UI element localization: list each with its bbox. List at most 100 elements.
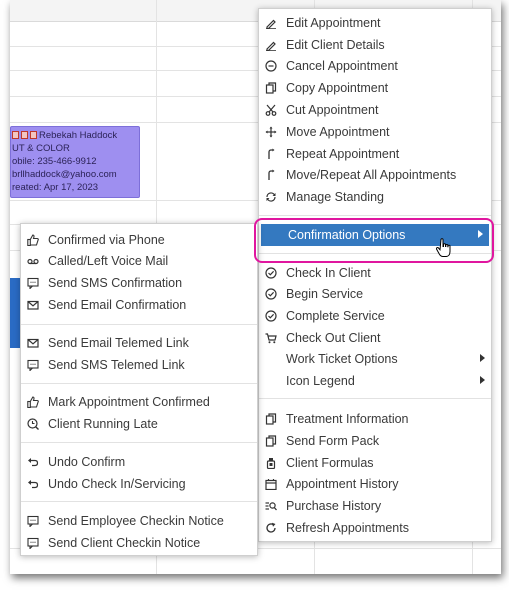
menu-item-label: Edit Client Details (286, 38, 385, 52)
appointment-title-row: Rebekah Haddock (12, 129, 139, 142)
menu-item-label: Cut Appointment (286, 103, 379, 117)
menu-item-send-sms-telemed-link[interactable]: Send SMS Telemed Link (21, 354, 257, 376)
menu-item-send-sms-confirmation[interactable]: Send SMS Confirmation (21, 272, 257, 294)
menu-item-label: Cancel Appointment (286, 59, 398, 73)
menu-separator (259, 398, 491, 399)
appointment-phone: obile: 235-466-9912 (12, 156, 97, 167)
menu-item-begin-service[interactable]: Begin Service (259, 283, 491, 305)
thumbs-up-icon (27, 234, 39, 246)
menu-item-label: Manage Standing (286, 190, 384, 204)
menu-item-label: Icon Legend (286, 374, 355, 388)
menu-item-treatment-information[interactable]: Treatment Information (259, 408, 491, 430)
menu-item-label: Appointment History (286, 477, 399, 491)
copy-icon (265, 435, 277, 447)
chat-icon (27, 277, 39, 289)
menu-item-check-out-client[interactable]: Check Out Client (259, 327, 491, 349)
list-search-icon (265, 500, 277, 512)
menu-item-client-running-late[interactable]: Client Running Late (21, 413, 257, 435)
menu-item-label: Refresh Appointments (286, 521, 409, 535)
menu-item-mark-appointment-confirmed[interactable]: Mark Appointment Confirmed (21, 391, 257, 413)
check-circle-icon (265, 310, 277, 322)
copy-icon (265, 413, 277, 425)
menu-item-label: Mark Appointment Confirmed (48, 395, 210, 409)
thumbs-up-icon (27, 396, 39, 408)
menu-item-complete-service[interactable]: Complete Service (259, 305, 491, 327)
copy-icon (265, 82, 277, 94)
scissors-icon (265, 104, 277, 116)
menu-item-purchase-history[interactable]: Purchase History (259, 495, 491, 517)
menu-item-send-client-checkin-notice[interactable]: Send Client Checkin Notice (21, 532, 257, 554)
chat-icon (27, 359, 39, 371)
calendar-icon (265, 478, 277, 490)
menu-item-cancel-appointment[interactable]: Cancel Appointment (259, 55, 491, 77)
repeat-icon (265, 148, 277, 160)
undo-icon (27, 478, 39, 490)
menu-item-label: Send SMS Confirmation (48, 276, 183, 290)
menu-item-move-repeat-all-appointments[interactable]: Move/Repeat All Appointments (259, 164, 491, 186)
menu-item-undo-check-in-servicing[interactable]: Undo Check In/Servicing (21, 473, 257, 495)
menu-item-work-ticket-options[interactable]: Work Ticket Options (259, 348, 491, 370)
chat-icon (27, 515, 39, 527)
hand-cursor-icon (436, 238, 451, 257)
minus-circle-icon (265, 60, 277, 72)
appointment-flag-icon (30, 131, 37, 139)
menu-item-label: Send Employee Checkin Notice (48, 514, 224, 528)
menu-item-label: Complete Service (286, 309, 385, 323)
appointment-client-name: Rebekah Haddock (39, 130, 118, 141)
menu-item-label: Edit Appointment (286, 16, 381, 30)
menu-item-icon-legend[interactable]: Icon Legend (259, 370, 491, 392)
menu-item-edit-client-details[interactable]: Edit Client Details (259, 34, 491, 56)
menu-item-label: Work Ticket Options (286, 352, 398, 366)
repeat-icon (265, 169, 277, 181)
menu-item-manage-standing[interactable]: Manage Standing (259, 186, 491, 208)
menu-item-label: Called/Left Voice Mail (48, 254, 169, 268)
appointment-context-menu: Edit Appointment Edit Client Details Cance… (258, 8, 492, 542)
menu-item-repeat-appointment[interactable]: Repeat Appointment (259, 143, 491, 165)
menu-item-label: Repeat Appointment (286, 147, 400, 161)
menu-item-copy-appointment[interactable]: Copy Appointment (259, 77, 491, 99)
cart-icon (265, 332, 277, 344)
menu-item-move-appointment[interactable]: Move Appointment (259, 121, 491, 143)
menu-item-edit-appointment[interactable]: Edit Appointment (259, 12, 491, 34)
menu-item-client-formulas[interactable]: Client Formulas (259, 452, 491, 474)
menu-item-label: Client Running Late (48, 417, 158, 431)
menu-separator (21, 324, 257, 325)
appointment-flag-icon (21, 131, 28, 139)
appointment-flag-icon (12, 131, 19, 139)
appointment-created: reated: Apr 17, 2023 (12, 182, 99, 193)
menu-item-send-form-pack[interactable]: Send Form Pack (259, 430, 491, 452)
pencil-icon (265, 17, 277, 29)
menu-separator (21, 442, 257, 443)
menu-item-send-email-confirmation[interactable]: Send Email Confirmation (21, 294, 257, 316)
menu-item-refresh-appointments[interactable]: Refresh Appointments (259, 517, 491, 539)
menu-item-label: Begin Service (286, 287, 364, 301)
menu-item-label: Check Out Client (286, 331, 381, 345)
voicemail-icon (27, 255, 39, 267)
menu-item-send-email-telemed-link[interactable]: Send Email Telemed Link (21, 332, 257, 354)
menu-item-label: Purchase History (286, 499, 382, 513)
chat-icon (27, 537, 39, 549)
menu-item-label: Undo Check In/Servicing (48, 477, 186, 491)
reload-icon (265, 522, 277, 534)
menu-item-undo-confirm[interactable]: Undo Confirm (21, 451, 257, 473)
submenu-arrow-icon (480, 376, 485, 384)
menu-item-label: Undo Confirm (48, 455, 126, 469)
menu-separator (259, 215, 491, 216)
bottle-icon (265, 457, 277, 469)
menu-item-confirmed-via-phone[interactable]: Confirmed via Phone (21, 229, 257, 251)
menu-item-label: Copy Appointment (286, 81, 389, 95)
appointment-block[interactable]: Rebekah Haddock UT & COLOR obile: 235-46… (10, 126, 140, 198)
menu-item-check-in-client[interactable]: Check In Client (259, 262, 491, 284)
menu-item-label: Move/Repeat All Appointments (286, 168, 457, 182)
appointment-block-edge[interactable] (10, 278, 20, 348)
appointment-email: brllhaddock@yahoo.com (12, 169, 117, 180)
menu-separator (21, 501, 257, 502)
menu-item-cut-appointment[interactable]: Cut Appointment (259, 99, 491, 121)
menu-item-label: Confirmed via Phone (48, 233, 165, 247)
menu-item-send-employee-checkin-notice[interactable]: Send Employee Checkin Notice (21, 510, 257, 532)
check-circle-icon (265, 288, 277, 300)
menu-item-called-left-voice-mail[interactable]: Called/Left Voice Mail (21, 250, 257, 272)
appointment-service: UT & COLOR (12, 143, 70, 154)
envelope-icon (27, 337, 39, 349)
menu-item-appointment-history[interactable]: Appointment History (259, 473, 491, 495)
